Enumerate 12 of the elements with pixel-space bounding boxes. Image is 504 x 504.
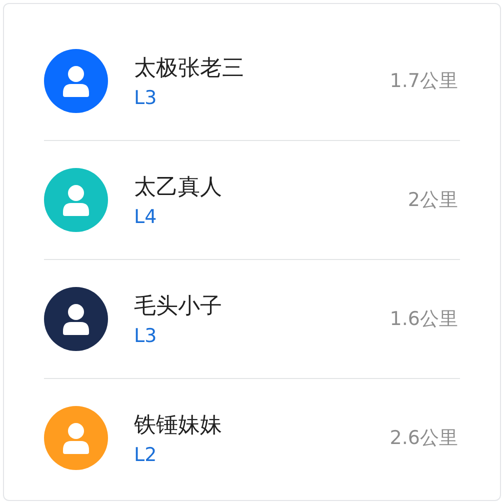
user-level: L3 bbox=[134, 325, 158, 347]
distance: 2.6公里 bbox=[390, 426, 458, 451]
user-name: 毛头小子 bbox=[134, 293, 223, 321]
user-level: L3 bbox=[134, 87, 158, 109]
user-level: L2 bbox=[134, 444, 158, 466]
distance: 1.7公里 bbox=[390, 69, 458, 94]
user-name: 太极张老三 bbox=[134, 55, 245, 83]
distance: 2公里 bbox=[408, 188, 458, 213]
user-level: L4 bbox=[134, 206, 158, 228]
distance: 1.6公里 bbox=[390, 307, 458, 332]
user-name: 太乙真人 bbox=[134, 174, 223, 202]
user-name: 铁锤妹妹 bbox=[134, 412, 223, 440]
